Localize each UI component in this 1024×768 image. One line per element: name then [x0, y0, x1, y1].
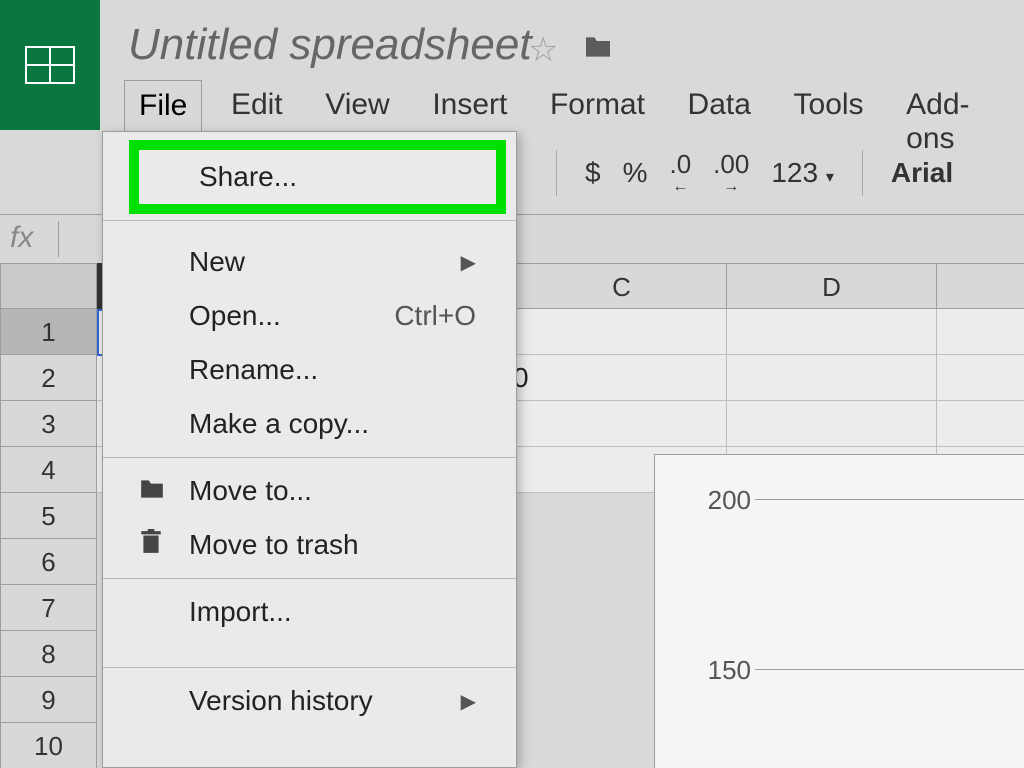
- column-header-d[interactable]: D: [727, 263, 937, 309]
- chevron-right-icon: ▶: [461, 689, 476, 714]
- sheets-icon: [25, 46, 75, 84]
- row-header-1[interactable]: 1: [0, 309, 97, 355]
- percent-button[interactable]: %: [623, 157, 648, 189]
- file-menu-import[interactable]: Import...: [103, 585, 516, 639]
- decrease-decimal-button[interactable]: .0 ←: [669, 151, 691, 195]
- chart-gridline: [755, 499, 1024, 500]
- select-all-cell[interactable]: [0, 263, 97, 309]
- fx-separator: [58, 221, 59, 257]
- file-menu-version-history[interactable]: Version history ▶: [103, 674, 516, 728]
- folder-icon: [139, 475, 165, 507]
- share-highlight-frame: Share...: [129, 140, 506, 214]
- cell-e2[interactable]: [937, 355, 1024, 401]
- menu-separator: [103, 457, 516, 458]
- fx-label: fx: [10, 221, 33, 255]
- cell-d2[interactable]: [727, 355, 937, 401]
- file-menu-move-to-trash[interactable]: Move to trash: [103, 518, 516, 572]
- cell-c2[interactable]: [517, 355, 727, 401]
- row-header-3[interactable]: 3: [0, 401, 97, 447]
- chart-gridline: [755, 669, 1024, 670]
- file-menu-move-to[interactable]: Move to...: [103, 464, 516, 518]
- cell-c1[interactable]: [517, 309, 727, 355]
- row-header-10[interactable]: 10: [0, 723, 97, 768]
- row-header-9[interactable]: 9: [0, 677, 97, 723]
- toolbar-separator: [556, 150, 557, 196]
- increase-decimal-button[interactable]: .00 →: [713, 151, 749, 195]
- toolbar-separator: [862, 150, 863, 196]
- row-header-5[interactable]: 5: [0, 493, 97, 539]
- cell-d3[interactable]: [727, 401, 937, 447]
- shortcut-label: Ctrl+O: [394, 300, 476, 332]
- column-header-c[interactable]: C: [517, 263, 727, 309]
- row-headers-col: 1 2 3 4 5 6 7 8 9 10: [0, 309, 97, 768]
- file-menu-dropdown: Share... New ▶ Open... Ctrl+O Rename... …: [102, 131, 517, 768]
- row-header-8[interactable]: 8: [0, 631, 97, 677]
- file-menu-new[interactable]: New ▶: [103, 235, 516, 289]
- star-icon[interactable]: ☆: [528, 30, 558, 70]
- chart-plot-area: [755, 485, 1024, 768]
- row-header-6[interactable]: 6: [0, 539, 97, 585]
- app-logo[interactable]: [0, 0, 100, 130]
- embedded-chart[interactable]: 200 150: [654, 454, 1024, 768]
- cell-e1[interactable]: [937, 309, 1024, 355]
- chevron-right-icon: ▶: [461, 250, 476, 275]
- menu-separator: [103, 667, 516, 668]
- menu-separator: [103, 220, 516, 221]
- chevron-down-icon: ▾: [826, 169, 834, 186]
- toolbar: $ % .0 ← .00 → 123 ▾ Arial: [550, 150, 953, 196]
- trash-icon: [139, 529, 163, 562]
- chart-ytick-150: 150: [703, 655, 751, 686]
- row-header-4[interactable]: 4: [0, 447, 97, 493]
- menu-separator: [103, 578, 516, 579]
- cell-d1[interactable]: [727, 309, 937, 355]
- document-title[interactable]: Untitled spreadsheet: [128, 20, 532, 70]
- chart-ytick-200: 200: [703, 485, 751, 516]
- row-header-2[interactable]: 2: [0, 355, 97, 401]
- row-header-7[interactable]: 7: [0, 585, 97, 631]
- font-family-selector[interactable]: Arial: [891, 157, 953, 189]
- cell-e3[interactable]: [937, 401, 1024, 447]
- folder-icon[interactable]: [583, 30, 613, 67]
- currency-button[interactable]: $: [585, 157, 601, 189]
- file-menu-share[interactable]: Share...: [139, 150, 496, 204]
- number-format-button[interactable]: 123 ▾: [771, 157, 834, 189]
- file-menu-make-copy[interactable]: Make a copy...: [103, 397, 516, 451]
- file-menu-rename[interactable]: Rename...: [103, 343, 516, 397]
- file-menu-open[interactable]: Open... Ctrl+O: [103, 289, 516, 343]
- column-header-e[interactable]: E: [937, 263, 1024, 309]
- cell-c3[interactable]: [517, 401, 727, 447]
